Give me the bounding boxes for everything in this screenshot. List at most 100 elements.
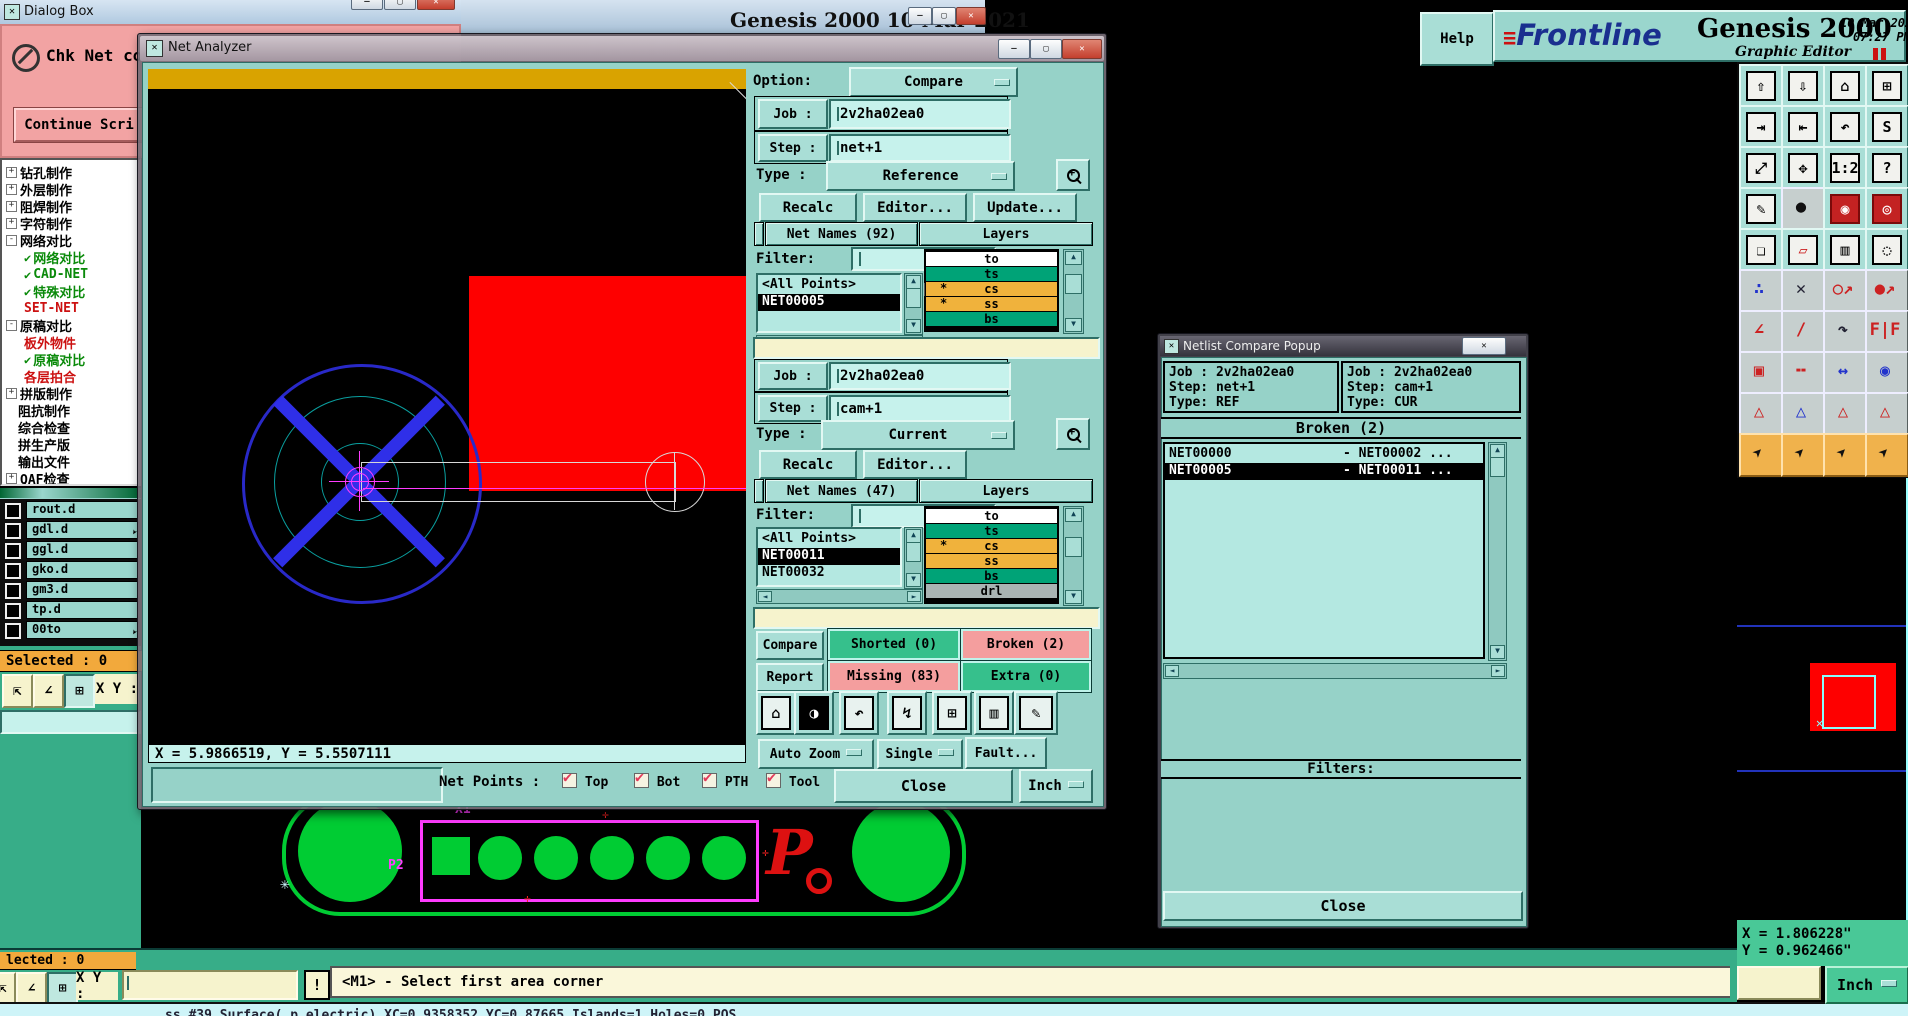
net-group-button[interactable]: ∴ [1739, 269, 1783, 313]
tree-item[interactable]: + QAF检查 [2, 469, 139, 484]
tree-item[interactable]: + 字符制作 [2, 215, 139, 233]
overlap-circles-button[interactable]: ◉ [1865, 351, 1908, 395]
option-dropdown[interactable]: Compare [849, 67, 1018, 97]
ref-update-button[interactable]: Update... [973, 193, 1077, 222]
window-xy-button[interactable]: ⊞ [932, 691, 972, 735]
layer-color-row[interactable]: to [926, 509, 1057, 523]
na-minimize-button[interactable]: — [998, 39, 1030, 59]
tree-item[interactable]: 各层拍合 [2, 368, 139, 386]
ref-job-input[interactable]: 2v2ha02ea0 [829, 99, 1011, 129]
net-list-item[interactable]: <All Points> [758, 531, 900, 548]
snapshot-button[interactable]: ◑ [794, 691, 834, 735]
analyzer-close-button[interactable]: Close [834, 769, 1013, 803]
layer-color-row[interactable]: ss * [926, 296, 1057, 311]
help-button[interactable]: Help [1420, 12, 1494, 66]
layer-color-row[interactable]: cs * [926, 538, 1057, 553]
angle-measure-button-2[interactable]: ∠ [16, 972, 47, 1004]
cur-net-hscrollbar[interactable]: ◄ ► [756, 589, 923, 604]
tree-item[interactable]: 输出文件 [2, 453, 139, 471]
layer-file-row[interactable]: gko.d [0, 560, 141, 580]
select-point-button[interactable]: ➤ [1739, 433, 1783, 477]
layer-checkbox[interactable] [5, 543, 21, 559]
tree-item[interactable]: + 外层制作 [2, 181, 139, 199]
collapse-icon[interactable]: - [6, 235, 17, 246]
dialog-titlebar[interactable]: ✕ Dialog Box — ▢ ✕ [0, 0, 461, 25]
popup-titlebar[interactable]: ✕ Netlist Compare Popup ✕ [1160, 336, 1526, 356]
tree-item-label[interactable]: CAD-NET [33, 267, 88, 282]
home-button[interactable]: ⌂ [756, 691, 796, 735]
net-points-button[interactable]: ↯ [887, 691, 927, 735]
layer-checkbox[interactable] [5, 503, 21, 519]
layer-file-name[interactable]: gm3.d [26, 581, 139, 599]
command-input[interactable] [122, 970, 298, 1000]
tree-item[interactable]: - 网络对比 [2, 232, 139, 250]
tree-item-label[interactable]: 网络对比 [33, 248, 85, 267]
net-points-top-checkbox[interactable]: ✔ Top [562, 768, 608, 790]
na-close-button[interactable]: ✕ [1062, 39, 1102, 59]
slope-line-button[interactable]: / [1781, 310, 1825, 354]
grid-window-button-2[interactable]: ⊞ [47, 972, 78, 1004]
layer-checkbox[interactable] [5, 523, 21, 539]
ref-zoom-button[interactable] [1056, 159, 1090, 191]
probe-button[interactable]: ● [1781, 187, 1825, 231]
tree-item[interactable]: + 钻孔制作 [2, 164, 139, 182]
ref-nets-tab[interactable]: Net Names (92) [765, 222, 918, 246]
cur-zoom-button[interactable] [1056, 418, 1090, 450]
measure-width-button[interactable]: ↔ [1823, 351, 1867, 395]
tree-item-label[interactable]: SET-NET [24, 301, 79, 316]
tree-item[interactable]: + 拼版制作 [2, 385, 139, 403]
zoom-ratio-button[interactable]: 1:2 [1823, 146, 1867, 190]
ref-layers-tab[interactable]: Layers [919, 222, 1093, 246]
grid-window-button[interactable]: ⊞ [64, 674, 95, 708]
net-list-item[interactable]: NET00032 [758, 565, 900, 582]
app-minimize-button[interactable]: — [908, 7, 932, 25]
dialog-close-button[interactable]: ✕ [417, 0, 455, 10]
units-dropdown-main[interactable]: Inch [1825, 966, 1908, 1004]
layer-file-name[interactable]: gko.d [26, 561, 139, 579]
pad-grow-button[interactable]: ○↗ [1823, 269, 1867, 313]
tree-item[interactable]: ✔ 原稿对比 [2, 351, 139, 370]
layer-file-name[interactable]: tp.d [26, 601, 139, 619]
dialog-maximize-button[interactable]: ▢ [384, 0, 416, 10]
ref-net-list[interactable]: <All Points> NET00005 [756, 273, 902, 333]
undo-zoom-button[interactable]: ↶ [839, 691, 879, 735]
triangle-tool-2-button[interactable]: △ [1781, 392, 1825, 436]
ref-layers-list[interactable]: to ts cs * ss * bs [924, 249, 1059, 332]
mirror-text-button[interactable]: F|F [1865, 310, 1908, 354]
expand-icon[interactable]: + [6, 218, 17, 229]
s-route-button[interactable]: S [1865, 105, 1908, 149]
expand-icon[interactable]: + [6, 473, 17, 484]
layer-file-row[interactable]: rout.d [0, 500, 141, 520]
continue-script-button[interactable]: Continue Scri [13, 107, 145, 143]
select-frame-button[interactable]: ➤ [1781, 433, 1825, 477]
layer-file-row[interactable]: gm3.d [0, 580, 141, 600]
layer-file-row[interactable]: ggl.d [0, 540, 141, 560]
layer-color-row[interactable]: cs * [924, 281, 1057, 296]
ruler-button[interactable]: ▥ [974, 691, 1014, 735]
tree-item-label[interactable]: QAF检查 [20, 469, 69, 484]
zoom-in-box-button[interactable]: ⇥ [1739, 105, 1783, 149]
layer-color-row[interactable]: bs [926, 312, 1057, 326]
pad-fill-button[interactable]: ●↗ [1865, 269, 1908, 313]
tree-item[interactable]: SET-NET [2, 300, 139, 317]
cur-editor-button[interactable]: Editor... [863, 450, 967, 479]
layer-file-name[interactable]: gdl.d ➤ [26, 521, 139, 539]
layer-file-name[interactable]: ggl.d [26, 541, 139, 559]
broken-pair-row[interactable]: NET00000 - NET00002 ... [1165, 446, 1483, 463]
net-list-item[interactable]: NET00005 [758, 294, 900, 311]
layer-file-row[interactable]: 00to ➤ [0, 620, 141, 640]
tree-item[interactable]: - 原稿对比 [2, 317, 139, 335]
navigator-view-rect[interactable] [1822, 675, 1876, 729]
cur-net-list[interactable]: <All Points> NET00011 NET00032 [756, 527, 902, 587]
popup-close-button-bottom[interactable]: Close [1163, 891, 1523, 921]
net-points-pth-checkbox[interactable]: ✔ PTH [702, 768, 748, 790]
pad-select-button[interactable]: ◌ [1865, 228, 1908, 272]
tree-item[interactable]: ✔ 网络对比 [2, 248, 139, 268]
help-button[interactable]: ? [1865, 146, 1908, 190]
pause-icon[interactable] [1873, 48, 1887, 60]
layer-checkbox[interactable] [5, 603, 21, 619]
expand-icon[interactable]: + [6, 167, 17, 178]
triangle-tool-4-button[interactable]: △ [1865, 392, 1908, 436]
auto-zoom-dropdown[interactable]: Auto Zoom [758, 739, 874, 769]
navigator-panel[interactable]: ✕ [1737, 478, 1908, 920]
